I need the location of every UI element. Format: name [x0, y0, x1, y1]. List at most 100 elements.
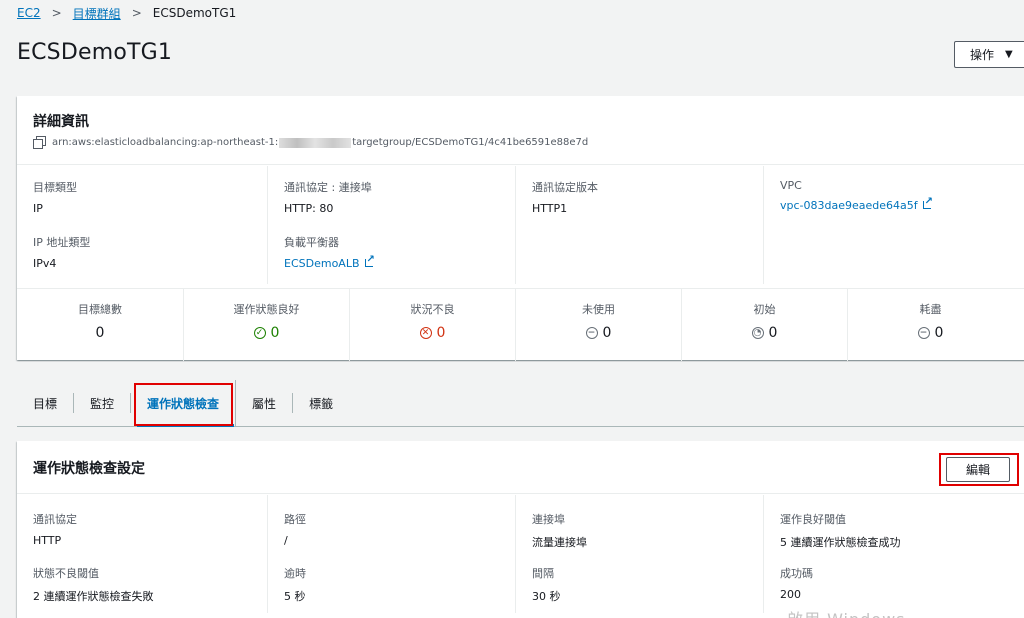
success-codes-field: 成功碼 200 [780, 565, 813, 601]
target-type-field: 目標類型 IP [33, 179, 77, 215]
target-type-value: IP [33, 202, 43, 215]
external-link-icon[interactable] [922, 196, 933, 210]
breadcrumb-current: ECSDemoTG1 [152, 6, 237, 20]
vpc-link[interactable]: vpc-083dae9eaede64a5f [780, 199, 918, 212]
stat-healthy: 運作狀態良好 ✓ 0 [183, 289, 349, 361]
vpc-value: vpc-083dae9eaede64a5f [780, 196, 933, 212]
hc-protocol-label: 通訊協定 [33, 513, 77, 526]
active-tab-indicator [137, 424, 234, 427]
external-link-icon[interactable] [364, 254, 375, 268]
load-balancer-field: 負載平衡器 ECSDemoALB [284, 234, 375, 270]
load-balancer-link[interactable]: ECSDemoALB [284, 257, 360, 270]
health-check-header: 運作狀態檢查設定 編輯 [17, 441, 1024, 494]
stat-number: 0 [436, 325, 446, 341]
healthy-threshold-label: 運作良好閾值 [780, 513, 846, 526]
details-header: 詳細資訊 arn:aws:elasticloadbalancing:ap-nor… [17, 96, 1024, 165]
ip-type-label: IP 地址類型 [33, 236, 91, 249]
tab-attributes[interactable]: 屬性 [236, 393, 294, 413]
stat-value: − 0 [848, 325, 1013, 341]
protocol-version-value: HTTP1 [532, 202, 568, 215]
breadcrumb-ec2-link[interactable]: EC2 [17, 6, 41, 20]
stat-number: 0 [934, 325, 944, 341]
details-fields: 目標類型 IP IP 地址類型 IPv4 通訊協定 : 連接埠 HTTP: 80… [17, 166, 1024, 284]
hc-column-2: 路徑 / 逾時 5 秒 [267, 495, 515, 613]
tab-bar: 目標 監控 運作狀態檢查 屬性 標籤 [17, 379, 1024, 427]
hc-column-3: 連接埠 流量連接埠 間隔 30 秒 [515, 495, 763, 613]
stat-total-targets: 目標總數 0 [17, 289, 183, 361]
hc-protocol-field: 通訊協定 HTTP [33, 511, 77, 547]
load-balancer-label: 負載平衡器 [284, 236, 339, 249]
stat-initial: 初始 ◔ 0 [681, 289, 847, 361]
stat-number: 0 [95, 325, 105, 341]
page-title: ECSDemoTG1 [17, 40, 173, 65]
hc-port-field: 連接埠 流量連接埠 [532, 511, 587, 550]
target-type-label: 目標類型 [33, 181, 77, 194]
copy-icon[interactable] [33, 136, 46, 149]
x-circle-icon: ✕ [419, 327, 432, 339]
stat-value: 0 [17, 325, 183, 341]
success-codes-label: 成功碼 [780, 567, 813, 580]
protocol-port-field: 通訊協定 : 連接埠 HTTP: 80 [284, 179, 372, 215]
caret-down-icon: ▼ [1005, 49, 1013, 60]
interval-value: 30 秒 [532, 590, 561, 603]
protocol-version-label: 通訊協定版本 [532, 181, 598, 194]
clock-icon: ◔ [751, 327, 764, 339]
tab-targets[interactable]: 目標 [17, 393, 75, 413]
stat-value: ◔ 0 [682, 325, 847, 341]
tab-monitoring[interactable]: 監控 [74, 393, 132, 413]
details-panel: 詳細資訊 arn:aws:elasticloadbalancing:ap-nor… [17, 96, 1024, 361]
breadcrumb-target-groups-link[interactable]: 目標群組 [73, 5, 121, 22]
stat-unused: 未使用 − 0 [515, 289, 681, 361]
details-title: 詳細資訊 [33, 114, 89, 130]
hc-column-1: 通訊協定 HTTP 狀態不良閾值 2 連續運作狀態檢查失敗 [17, 495, 267, 613]
edit-button[interactable]: 編輯 [946, 457, 1010, 482]
arn-prefix: arn:aws:elasticloadbalancing:ap-northeas… [52, 137, 279, 148]
health-check-panel: 運作狀態檢查設定 編輯 通訊協定 HTTP 狀態不良閾值 2 連續運作狀態檢查失… [17, 441, 1024, 618]
actions-button-label: 操作 [970, 48, 995, 62]
hc-port-label: 連接埠 [532, 513, 565, 526]
stat-unhealthy: 狀況不良 ✕ 0 [349, 289, 515, 361]
vpc-label: VPC [780, 179, 802, 192]
hc-path-label: 路徑 [284, 513, 306, 526]
timeout-field: 逾時 5 秒 [284, 565, 306, 604]
hc-protocol-value: HTTP [33, 534, 62, 547]
healthy-threshold-value: 5 連續運作狀態檢查成功 [780, 536, 901, 549]
target-status-summary: 目標總數 0 運作狀態良好 ✓ 0 狀況不良 ✕ 0 未使用 − 0 初始 ◔ … [17, 288, 1024, 361]
tab-health-checks[interactable]: 運作狀態檢查 [131, 379, 237, 427]
check-circle-icon: ✓ [253, 327, 266, 339]
timeout-value: 5 秒 [284, 590, 306, 603]
health-check-title: 運作狀態檢查設定 [33, 461, 145, 477]
unhealthy-threshold-label: 狀態不良閾值 [33, 567, 99, 580]
minus-circle-icon: − [585, 327, 598, 339]
hc-port-value: 流量連接埠 [532, 536, 587, 549]
redacted-account-id [279, 137, 352, 148]
hc-column-4: 運作良好閾值 5 連續運作狀態檢查成功 成功碼 200 [763, 495, 1024, 613]
stat-number: 0 [270, 325, 280, 341]
stat-number: 0 [768, 325, 778, 341]
interval-label: 間隔 [532, 567, 554, 580]
windows-activation-watermark: 啟用 Windows [787, 606, 906, 618]
details-column-3: 通訊協定版本 HTTP1 [515, 166, 763, 284]
stat-label: 運作狀態良好 [233, 303, 300, 316]
tab-tags[interactable]: 標籤 [293, 393, 349, 413]
breadcrumb: EC2 > 目標群組 > ECSDemoTG1 [17, 5, 236, 21]
chevron-right-icon: > [131, 6, 142, 20]
stat-value: − 0 [516, 325, 681, 341]
stat-label: 未使用 [582, 303, 615, 316]
details-column-4: VPC vpc-083dae9eaede64a5f [763, 166, 1024, 284]
ip-type-field: IP 地址類型 IPv4 [33, 234, 90, 270]
actions-button[interactable]: 操作 ▼ [954, 41, 1024, 68]
unhealthy-threshold-field: 狀態不良閾值 2 連續運作狀態檢查失敗 [33, 565, 154, 604]
arn-suffix: targetgroup/ECSDemoTG1/4c41be6591e88e7d [352, 137, 589, 148]
details-column-1: 目標類型 IP IP 地址類型 IPv4 [17, 166, 267, 284]
ip-type-value: IPv4 [33, 257, 57, 270]
stat-number: 0 [602, 325, 612, 341]
protocol-port-value: HTTP: 80 [284, 202, 334, 215]
unhealthy-threshold-value: 2 連續運作狀態檢查失敗 [33, 590, 154, 603]
stat-label: 耗盡 [919, 303, 942, 316]
stat-label: 狀況不良 [410, 303, 455, 316]
hc-path-value: / [284, 534, 288, 547]
interval-field: 間隔 30 秒 [532, 565, 561, 604]
timeout-label: 逾時 [284, 567, 306, 580]
protocol-version-field: 通訊協定版本 HTTP1 [532, 179, 598, 215]
